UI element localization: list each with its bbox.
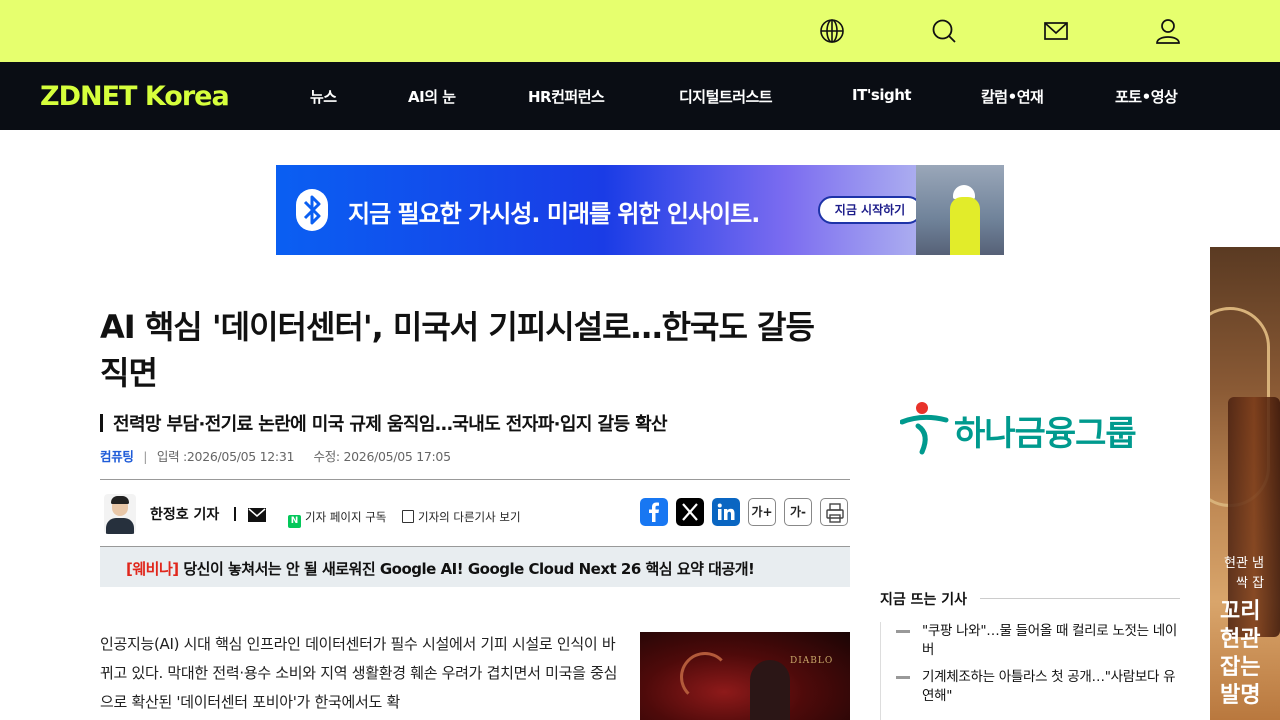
bullet-dash <box>896 630 910 633</box>
divider-top <box>100 479 850 480</box>
hana-logo-icon <box>900 400 950 456</box>
article-meta: 컴퓨팅 | 입력 :2026/05/05 12:31 수정: 2026/05/0… <box>100 449 452 464</box>
author-avatar <box>104 494 136 534</box>
trending-item[interactable]: 기계체조하는 아틀라스 첫 공개…"사람보다 유연해" <box>896 668 1180 706</box>
side-ad-line6: 발명 <box>1220 683 1261 708</box>
nav-item-hr-conference[interactable]: HR컨퍼런스 <box>528 86 605 107</box>
trending-heading: 지금 뜨는 기사 <box>880 592 968 608</box>
bluetooth-icon <box>296 189 328 231</box>
promo-text: 당신이 놓쳐서는 안 될 새로워진 Google AI! Google Clou… <box>183 560 755 578</box>
trending-divider <box>980 598 1180 599</box>
published-time: 입력 :2026/05/05 12:31 <box>156 449 295 464</box>
trending-item-text: 기계체조하는 아틀라스 첫 공개…"사람보다 유연해" <box>922 669 1176 704</box>
naver-icon: N <box>288 515 301 528</box>
site-logo[interactable]: ZDNET Korea <box>40 81 230 112</box>
nav-item-ai-eye[interactable]: AI의 눈 <box>408 86 456 107</box>
globe-icon[interactable] <box>818 17 846 45</box>
nav-item-column[interactable]: 칼럼•연재 <box>981 86 1044 107</box>
bullet-dash <box>896 676 910 679</box>
x-share-icon[interactable] <box>676 498 704 526</box>
top-banner-ad[interactable]: 지금 필요한 가시성. 미래를 위한 인사이트. 지금 시작하기 <box>276 165 1004 255</box>
subscribe-label: 기자 페이지 구독 <box>305 510 387 524</box>
other-articles-label: 기자의 다른기사 보기 <box>418 510 521 524</box>
side-ad-line1: 현관 냄 <box>1224 556 1265 571</box>
article-subtitle-text: 전력망 부담·전기료 논란에 미국 규제 움직임…국내도 전자파·입지 갈등 확… <box>113 414 668 435</box>
nav-item-digital-trust[interactable]: 디지털트러스트 <box>679 86 773 107</box>
search-icon[interactable] <box>930 17 958 45</box>
linkedin-share-icon[interactable] <box>712 498 740 526</box>
article-image[interactable]: DIABLO <box>640 632 850 720</box>
nav-item-photo-video[interactable]: 포토•영상 <box>1115 86 1178 107</box>
other-articles-link[interactable]: 기자의 다른기사 보기 <box>402 509 521 525</box>
hana-financial-ad[interactable]: 하나금융그룹 <box>900 400 1162 456</box>
user-icon[interactable] <box>1154 17 1182 45</box>
nav-item-itsight[interactable]: IT'sight <box>852 86 912 104</box>
article-category[interactable]: 컴퓨팅 <box>100 449 134 464</box>
side-skyscraper-ad[interactable]: 현관 냄 싹 잡 꼬리 현관 잡는 발명 <box>1210 247 1280 720</box>
trending-item-text: "쿠팡 나와"…물 들어올 때 컬리로 노젓는 네이버 <box>922 623 1178 658</box>
author-bar: 한정호 기자 N 기자 페이지 구독 기자의 다른기사 보기 가+ 가- <box>100 490 850 538</box>
trending-item[interactable]: "쿠팡 나와"…물 들어올 때 컬리로 노젓는 네이버 <box>896 622 1180 660</box>
banner-start-button[interactable]: 지금 시작하기 <box>818 196 922 224</box>
nav-item-news[interactable]: 뉴스 <box>310 86 337 107</box>
image-caption-text: DIABLO <box>790 656 834 666</box>
author-name[interactable]: 한정호 기자 <box>150 504 219 524</box>
utility-bar <box>0 0 1280 62</box>
article-body: 인공지능(AI) 시대 핵심 인프라인 데이터센터가 필수 시설에서 기피 시설… <box>100 635 618 711</box>
document-icon <box>402 510 414 523</box>
promo-tag: [웨비나] <box>126 560 179 578</box>
article-subtitle: 전력망 부담·전기료 논란에 미국 규제 움직임…국내도 전자파·입지 갈등 확… <box>100 410 668 436</box>
banner-headline: 지금 필요한 가시성. 미래를 위한 인사이트. <box>348 200 760 228</box>
main-nav: ZDNET Korea 뉴스 AI의 눈 HR컨퍼런스 디지털트러스트 IT's… <box>0 62 1280 130</box>
modified-time: 수정: 2026/05/05 17:05 <box>313 449 452 464</box>
mail-icon[interactable] <box>1042 17 1070 45</box>
author-divider <box>234 507 236 521</box>
print-icon[interactable] <box>820 498 848 526</box>
font-increase-button[interactable]: 가+ <box>748 498 776 526</box>
hana-ad-text: 하나금융그룹 <box>954 414 1137 454</box>
banner-photo <box>916 165 1004 255</box>
webinar-promo[interactable]: [웨비나] 당신이 놓쳐서는 안 될 새로워진 Google AI! Googl… <box>100 547 850 587</box>
author-mail-icon[interactable] <box>248 508 266 522</box>
facebook-share-icon[interactable] <box>640 498 668 526</box>
trending-rail <box>880 622 881 720</box>
subscribe-author-link[interactable]: N 기자 페이지 구독 <box>288 509 386 528</box>
side-ad-line2: 싹 잡 <box>1236 576 1265 591</box>
article-title: AI 핵심 '데이터센터', 미국서 기피시설로…한국도 갈등 직면 <box>100 308 815 392</box>
font-decrease-button[interactable]: 가- <box>784 498 812 526</box>
